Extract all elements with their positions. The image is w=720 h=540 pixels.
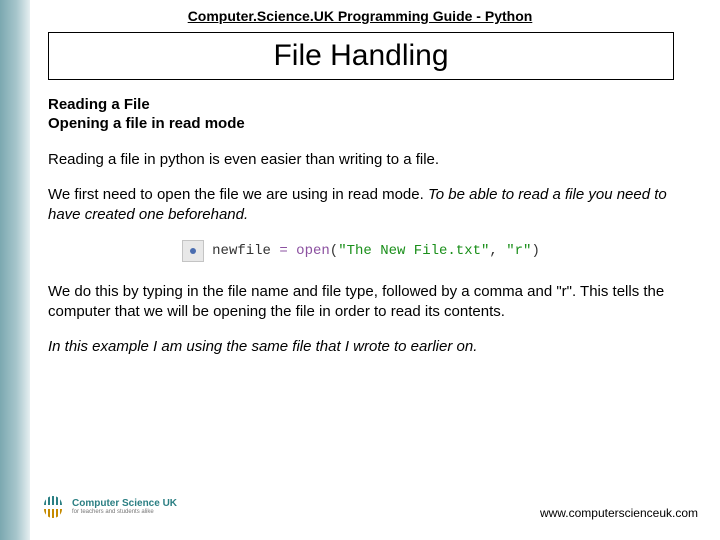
paragraph-4: In this example I am using the same file… bbox=[48, 337, 674, 357]
code-comma: , bbox=[489, 243, 506, 259]
subheading-1: Reading a File bbox=[48, 96, 674, 115]
paragraph-1: Reading a file in python is even easier … bbox=[48, 150, 674, 170]
left-accent-bar bbox=[0, 0, 30, 540]
slide: Computer.Science.UK Programming Guide - … bbox=[0, 0, 720, 540]
code-fn: open bbox=[296, 243, 330, 259]
paragraph-2: We first need to open the file we are us… bbox=[48, 185, 674, 224]
code-var: newfile bbox=[212, 243, 271, 259]
logo-line2: for teachers and students alike bbox=[72, 509, 177, 515]
code-example: newfile = open("The New File.txt", "r") bbox=[48, 240, 674, 262]
breakpoint-dot-icon bbox=[190, 248, 196, 254]
code-gutter bbox=[182, 240, 204, 262]
subheading-2: Opening a file in read mode bbox=[48, 115, 674, 134]
body-content: Reading a File Opening a file in read mo… bbox=[48, 96, 674, 373]
code-lparen: ( bbox=[330, 243, 338, 259]
footer-url: www.computerscienceuk.com bbox=[540, 506, 698, 520]
logo-line1: Computer Science UK bbox=[72, 499, 177, 509]
logo-text: Computer Science UK for teachers and stu… bbox=[72, 499, 177, 515]
code-line: newfile = open("The New File.txt", "r") bbox=[212, 243, 540, 259]
paragraph-3: We do this by typing in the file name an… bbox=[48, 282, 674, 321]
title-text: File Handling bbox=[273, 39, 448, 73]
paragraph-2a: We first need to open the file we are us… bbox=[48, 186, 428, 203]
paragraph-4-text: In this example I am using the same file… bbox=[48, 338, 477, 355]
logo-icon bbox=[40, 494, 66, 520]
code-rparen: ) bbox=[531, 243, 539, 259]
title-box: File Handling bbox=[48, 32, 674, 80]
code-arg2: "r" bbox=[506, 243, 531, 259]
header-text: Computer.Science.UK Programming Guide - … bbox=[0, 8, 720, 24]
footer-logo: Computer Science UK for teachers and stu… bbox=[40, 494, 177, 520]
code-arg1: "The New File.txt" bbox=[338, 243, 489, 259]
code-op: = bbox=[271, 243, 296, 259]
